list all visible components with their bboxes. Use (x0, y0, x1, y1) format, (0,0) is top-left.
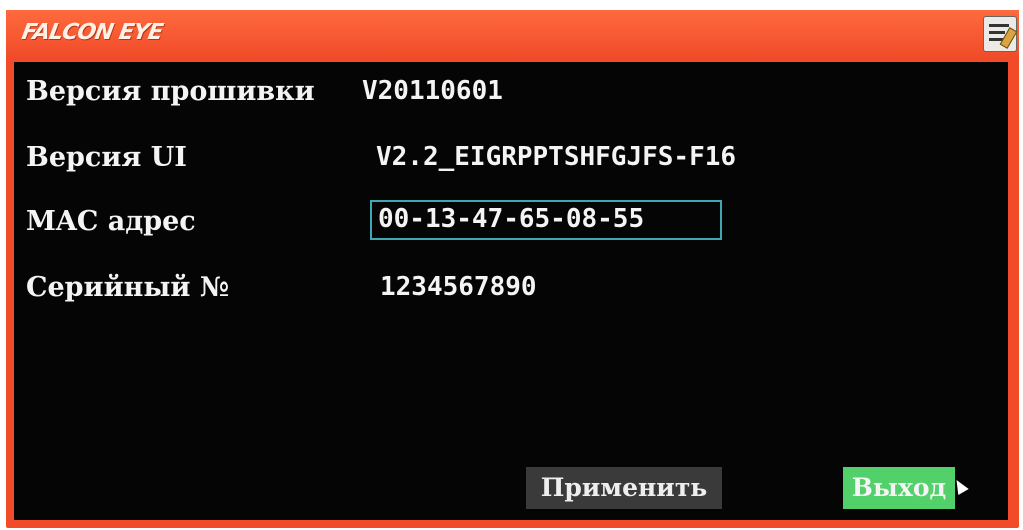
serial-number-value: 1234567890 (380, 272, 537, 302)
menu-icon[interactable] (983, 16, 1018, 52)
mac-address-label: MAC адрес (26, 206, 196, 237)
apply-button[interactable]: Применить (526, 467, 722, 509)
title-bar: FALCON EYE (6, 10, 1019, 60)
exit-button[interactable]: Выход (843, 467, 955, 509)
menu-icon-line (989, 31, 1005, 34)
mac-address-value: 00-13-47-65-08-55 (378, 204, 645, 234)
falcon-eye-logo: FALCON EYE (19, 20, 165, 45)
menu-icon-line (989, 24, 1009, 27)
firmware-value: V20110601 (362, 76, 503, 106)
dialog-frame: FALCON EYE Версия прошивки V20110601 Вер… (6, 10, 1019, 528)
mac-address-field[interactable]: 00-13-47-65-08-55 (370, 200, 722, 240)
serial-number-label: Серийный № (26, 272, 230, 303)
info-panel: Версия прошивки V20110601 Версия UI V2.2… (14, 62, 1008, 520)
ui-version-label: Версия UI (26, 142, 187, 173)
firmware-label: Версия прошивки (26, 76, 315, 107)
ui-version-value: V2.2_EIGRPPTSHFGJFS-F16 (376, 142, 737, 172)
